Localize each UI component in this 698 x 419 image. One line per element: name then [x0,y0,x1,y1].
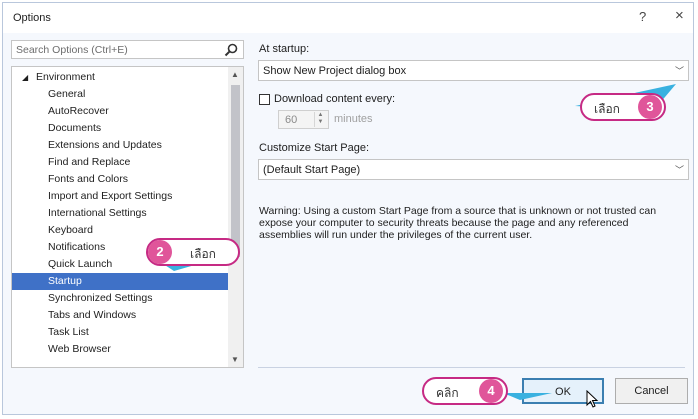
callout-arrow-4 [503,393,552,400]
callout-text: เลือก [190,247,216,261]
callout-text: คลิก [436,386,459,400]
step-3-badge: 3 [638,95,662,119]
mouse-cursor-icon [586,390,599,408]
step-2-badge: 2 [148,240,172,264]
step-4-badge: 4 [479,379,503,403]
callout-text: เลือก [594,102,620,116]
annotation-arrows [154,84,676,400]
